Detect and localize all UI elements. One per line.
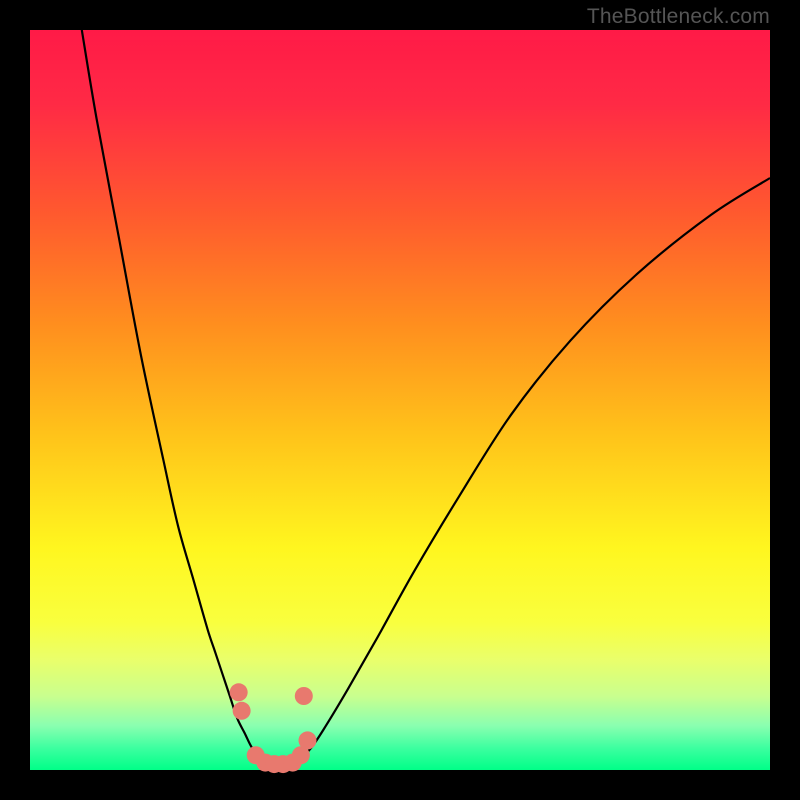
curve-left-branch [82,30,267,763]
outer-frame: TheBottleneck.com [0,0,800,800]
plot-area [30,30,770,770]
data-point [230,683,248,701]
attribution-label: TheBottleneck.com [587,5,770,29]
data-point [295,687,313,705]
data-point [233,702,251,720]
chart-svg [30,30,770,770]
curve-right-branch [296,178,770,763]
data-point [299,731,317,749]
